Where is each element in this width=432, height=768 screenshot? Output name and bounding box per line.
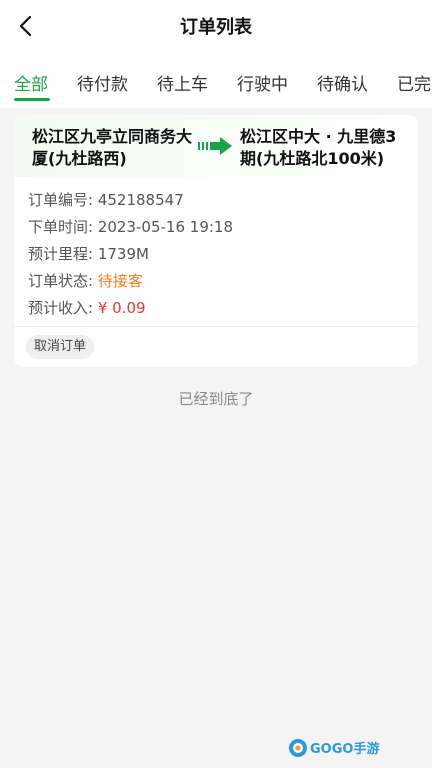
status-label: 订单状态: [28, 272, 94, 290]
tab-pending-confirm[interactable]: 待确认 [317, 70, 368, 95]
end-of-list-text: 已经到底了 [178, 390, 254, 408]
order-card[interactable]: 松江区九亭立同商务大厦(九杜路西) 松江区中大 · 九里德3期(九杜路北100米… [14, 115, 418, 367]
arrow-right-icon [198, 137, 232, 155]
order-details: 订单编号: 452188547 下单时间: 2023-05-16 19:18 预… [28, 187, 233, 322]
tab-all[interactable]: 全部 [14, 70, 48, 95]
status-badge: 待接客 [97, 272, 143, 290]
distance-label: 预计里程: [28, 245, 94, 263]
order-time-value: 2023-05-16 19:18 [97, 218, 234, 236]
app-header: 订单列表 [0, 0, 432, 52]
tab-pending-payment[interactable]: 待付款 [77, 70, 128, 95]
watermark-logo: GOGO手游网 [289, 739, 380, 757]
page-title: 订单列表 [180, 17, 252, 38]
route-destination: 松江区中大 · 九里德3期(九杜路北100米) [240, 127, 397, 168]
tab-completed[interactable]: 已完 [397, 70, 431, 95]
order-number-label: 订单编号: [28, 191, 94, 209]
income-label: 预计收入: [28, 299, 94, 317]
order-status-tabs: 全部 待付款 待上车 行驶中 待确认 已完 [0, 52, 432, 108]
order-time-label: 下单时间: [28, 218, 94, 236]
tab-pending-boarding[interactable]: 待上车 [157, 70, 208, 95]
distance-row: 预计里程: 1739M [28, 241, 233, 268]
income-row: 预计收入: ¥ 0.09 [28, 295, 233, 322]
route-origin: 松江区九亭立同商务大厦(九杜路西) [32, 127, 193, 168]
order-number-value: 452188547 [97, 191, 184, 209]
active-tab-indicator [14, 98, 50, 101]
order-time-row: 下单时间: 2023-05-16 19:18 [28, 214, 233, 241]
cancel-order-button[interactable]: 取消订单 [26, 335, 95, 359]
status-row: 订单状态: 待接客 [28, 268, 233, 295]
card-divider [14, 326, 418, 327]
order-number-row: 订单编号: 452188547 [28, 187, 233, 214]
income-value: ¥ 0.09 [97, 299, 146, 317]
svg-text:GOGO手游网: GOGO手游网 [310, 741, 380, 757]
route-summary: 松江区九亭立同商务大厦(九杜路西) 松江区中大 · 九里德3期(九杜路北100米… [14, 115, 418, 177]
tab-in-progress[interactable]: 行驶中 [237, 70, 288, 95]
distance-value: 1739M [97, 245, 149, 263]
